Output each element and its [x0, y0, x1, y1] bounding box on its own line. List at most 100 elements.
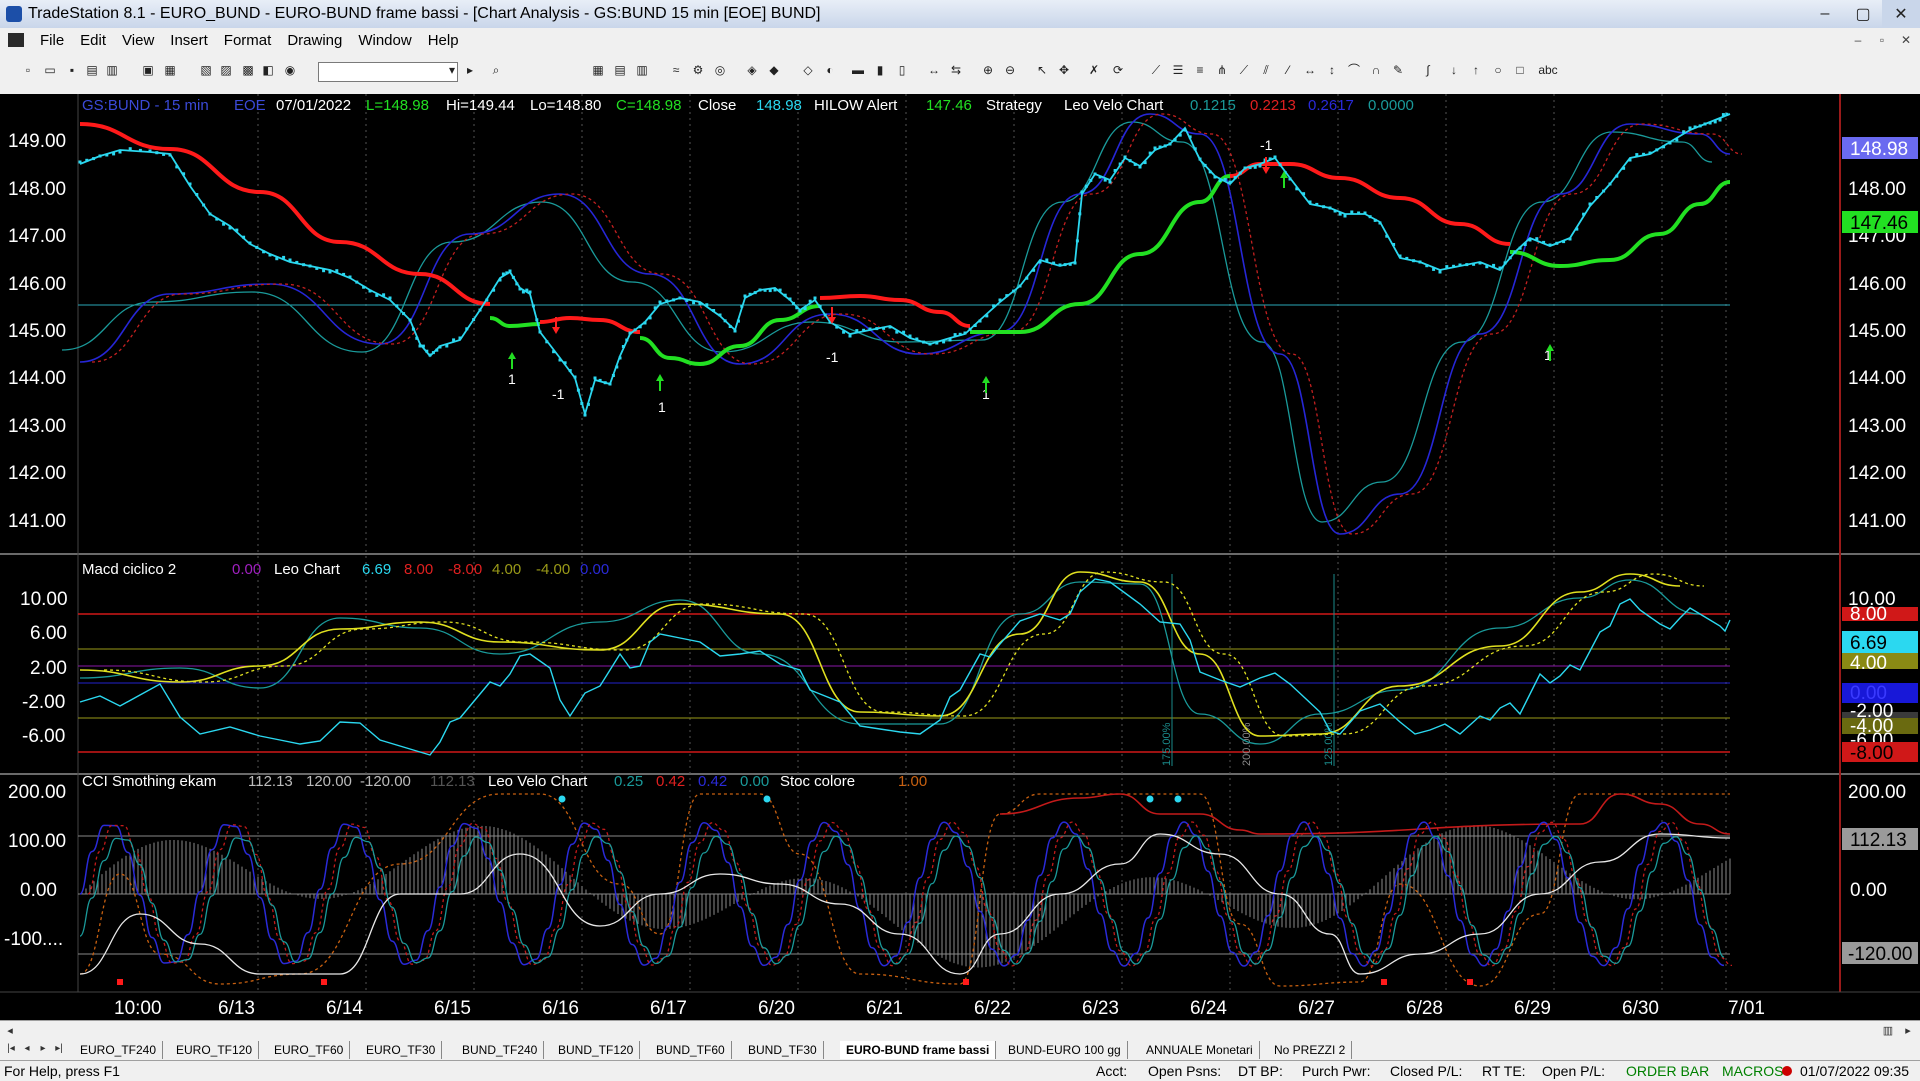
optionstation-icon[interactable]: ◐ — [822, 62, 838, 78]
copy-icon[interactable]: ▤ — [84, 62, 100, 78]
alert-icon[interactable]: ◆ — [766, 62, 782, 78]
chart-area[interactable]: 1 -1 1 -1 1 -1 1 GS:BUND - 15 min EOE 07… — [0, 94, 1920, 1020]
indicator-icon[interactable]: ≈ — [668, 62, 684, 78]
ellipse-icon[interactable]: ○ — [1490, 62, 1506, 78]
pointer-icon[interactable]: ↖ — [1034, 62, 1050, 78]
tools-icon[interactable]: ✗ — [1086, 62, 1102, 78]
zoom-in-icon[interactable]: ⊕ — [980, 62, 996, 78]
paste-icon[interactable]: ▥ — [104, 62, 120, 78]
globe-icon[interactable]: ◉ — [282, 62, 298, 78]
maximize-button[interactable]: ▢ — [1844, 0, 1882, 28]
trendline-icon[interactable]: ⟋ — [1148, 62, 1164, 78]
tab-bund-tf60[interactable]: BUND_TF60 — [650, 1041, 732, 1059]
cycle-icon[interactable]: ∩ — [1368, 62, 1384, 78]
menu-view[interactable]: View — [114, 32, 162, 49]
refresh-icon[interactable]: ▧ — [198, 62, 214, 78]
combo-arrow-icon[interactable]: ▾ — [444, 62, 460, 78]
volume-icon[interactable]: ▯ — [894, 62, 910, 78]
style-icon[interactable]: ◧ — [260, 62, 276, 78]
menu-format[interactable]: Format — [216, 32, 280, 49]
tab-first-icon[interactable]: |◂ — [4, 1042, 18, 1056]
price-dot — [998, 298, 1002, 302]
scroll-left-icon[interactable]: ◂ — [2, 1023, 18, 1039]
tab-bund-euro-100gg[interactable]: BUND-EURO 100 gg — [1002, 1041, 1128, 1059]
save-icon[interactable]: ▪ — [64, 62, 80, 78]
tab-annuale-monetari[interactable]: ANNUALE Monetari — [1140, 1041, 1260, 1059]
menu-file[interactable]: File — [32, 32, 72, 49]
symbol-combo[interactable] — [318, 62, 458, 82]
horizontal-scrollbar[interactable]: ◂ ▥ ▸ — [0, 1020, 1920, 1041]
fibonacci-icon[interactable]: ☰ — [1170, 62, 1186, 78]
mdi-restore-button[interactable]: ▫ — [1872, 32, 1892, 48]
tab-euro-tf60[interactable]: EURO_TF60 — [268, 1041, 351, 1059]
menu-edit[interactable]: Edit — [72, 32, 114, 49]
price-dot — [1233, 176, 1237, 180]
menu-help[interactable]: Help — [420, 32, 467, 49]
chart-svg[interactable]: 1 -1 1 -1 1 -1 1 GS:BUND - 15 min EOE 07… — [0, 94, 1920, 1020]
insert-table-icon[interactable]: ▥ — [634, 62, 650, 78]
insert-chart-icon[interactable]: ▦ — [590, 62, 606, 78]
legend-stoc: Stoc colore — [780, 773, 855, 790]
tab-no-prezzi-2[interactable]: No PREZZI 2 — [1268, 1041, 1353, 1059]
tab-euro-tf120[interactable]: EURO_TF120 — [170, 1041, 260, 1059]
menu-drawing[interactable]: Drawing — [279, 32, 350, 49]
print-icon[interactable]: ▣ — [140, 62, 156, 78]
close-button[interactable]: ✕ — [1882, 0, 1920, 28]
gann-icon[interactable]: ≡ — [1192, 62, 1208, 78]
curve-icon[interactable]: ∫ — [1420, 62, 1436, 78]
arrow-up-icon[interactable]: ↑ — [1468, 62, 1484, 78]
lock-icon[interactable]: ▩ — [240, 62, 256, 78]
radar-icon[interactable]: ◈ — [744, 62, 760, 78]
tab-bund-tf30[interactable]: BUND_TF30 — [742, 1041, 824, 1059]
bars-icon[interactable]: ▮ — [872, 62, 888, 78]
price-dot — [472, 318, 476, 322]
minimize-button[interactable]: – — [1806, 0, 1844, 28]
new-icon[interactable]: ▫ — [20, 62, 36, 78]
insert-grid-icon[interactable]: ▤ — [612, 62, 628, 78]
zoom-out-icon[interactable]: ⊖ — [1002, 62, 1018, 78]
menu-window[interactable]: Window — [350, 32, 419, 49]
text-icon[interactable]: abc — [1536, 62, 1560, 78]
vertical-line-icon[interactable]: ↕ — [1324, 62, 1340, 78]
strategy-icon[interactable]: ⚙ — [690, 62, 706, 78]
tab-prev-icon[interactable]: ◂ — [20, 1042, 34, 1056]
mdi-minimize-button[interactable]: – — [1848, 32, 1868, 48]
tab-euro-tf30[interactable]: EURO_TF30 — [360, 1041, 443, 1059]
andrews-icon[interactable]: ⋔ — [1214, 62, 1230, 78]
scroll-grip-icon[interactable]: ▥ — [1880, 1023, 1896, 1039]
combo-next-icon[interactable]: ▸ — [462, 62, 478, 78]
channel-icon[interactable]: ⫽ — [1258, 62, 1274, 78]
tab-euro-bund-frame-bassi[interactable]: EURO-BUND frame bassi — [840, 1041, 997, 1059]
macros-button[interactable]: MACROS — [1722, 1063, 1783, 1079]
tab-bund-tf120[interactable]: BUND_TF120 — [552, 1041, 641, 1059]
layout-icon[interactable]: ▨ — [218, 62, 234, 78]
regression-icon[interactable]: ⁄ — [1280, 62, 1296, 78]
reload-icon[interactable]: ⟳ — [1110, 62, 1126, 78]
tab-euro-tf240[interactable]: EURO_TF240 — [74, 1041, 164, 1059]
tab-next-icon[interactable]: ▸ — [36, 1042, 50, 1056]
scroll-right-icon[interactable]: ▸ — [1900, 1023, 1916, 1039]
matrix-icon[interactable]: ◇ — [800, 62, 816, 78]
shift-icon[interactable]: ⇆ — [948, 62, 964, 78]
arc-icon[interactable]: ⌒ — [1346, 62, 1362, 78]
price-dot — [1662, 145, 1666, 149]
print-preview-icon[interactable]: ▦ — [162, 62, 178, 78]
scanner-icon[interactable]: ◎ — [712, 62, 728, 78]
tab-last-icon[interactable]: ▸| — [52, 1042, 66, 1056]
horizontal-line-icon[interactable]: ↔ — [1302, 62, 1318, 78]
order-bar-button[interactable]: ORDER BAR — [1626, 1063, 1709, 1079]
speed-line-icon[interactable]: ⟋ — [1236, 62, 1252, 78]
pen-icon[interactable]: ✎ — [1390, 62, 1406, 78]
title-bar: TradeStation 8.1 - EURO_BUND - EURO-BUND… — [0, 0, 1920, 28]
open-icon[interactable]: ▭ — [42, 62, 58, 78]
zoom-range-icon[interactable]: ↔ — [926, 62, 942, 78]
arrow-down-icon[interactable]: ↓ — [1446, 62, 1462, 78]
drag-icon[interactable]: ✥ — [1056, 62, 1072, 78]
rectangle-icon[interactable]: □ — [1512, 62, 1528, 78]
chart-window-icon[interactable] — [8, 33, 24, 47]
mdi-close-button[interactable]: ✕ — [1896, 32, 1916, 48]
menu-insert[interactable]: Insert — [162, 32, 216, 49]
tab-bund-tf240[interactable]: BUND_TF240 — [456, 1041, 545, 1059]
portfolio-icon[interactable]: ▬ — [850, 62, 866, 78]
search-icon[interactable]: ⌕ — [488, 62, 504, 78]
